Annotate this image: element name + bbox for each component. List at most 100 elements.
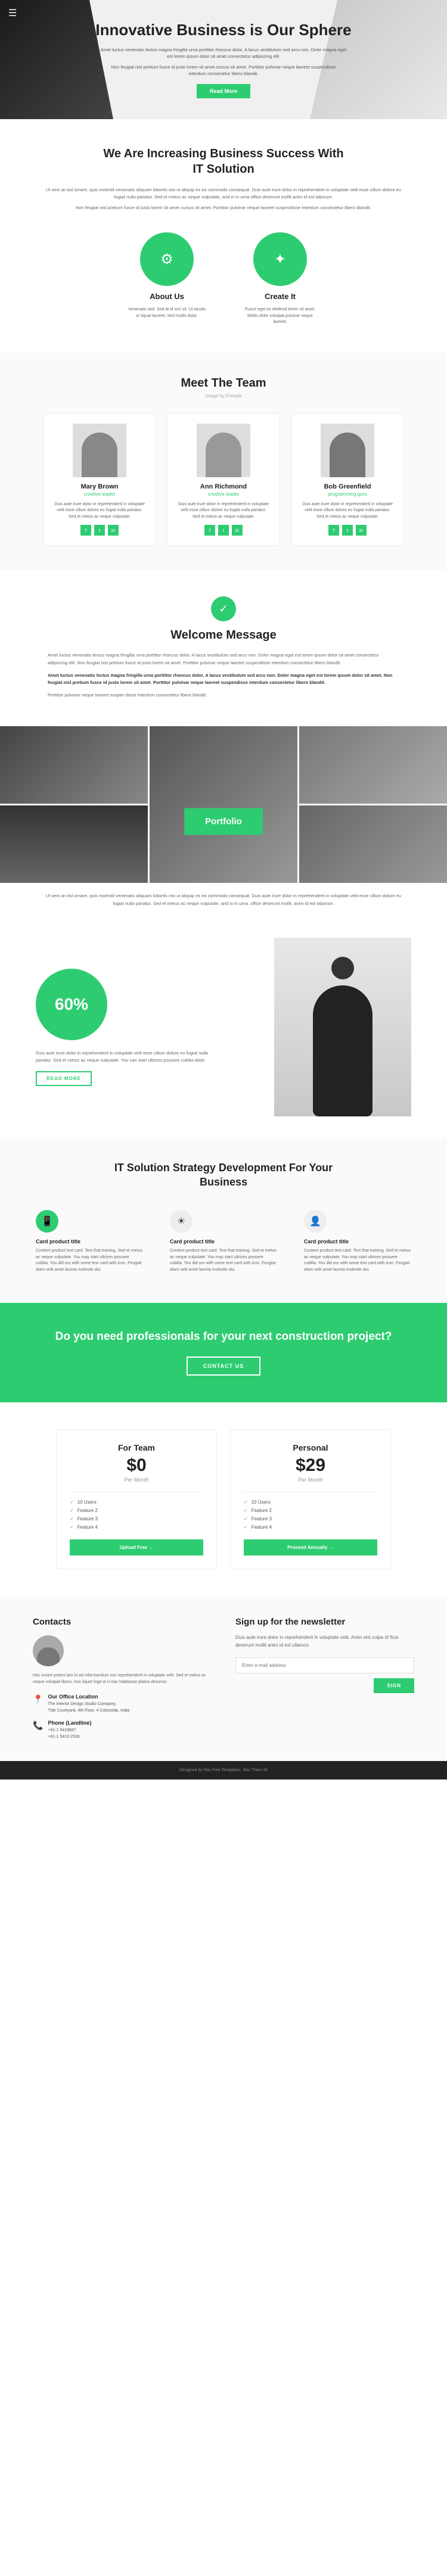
portfolio-section: Portfolio Ut sem at nisl ornare, quis mo…: [0, 726, 447, 917]
check-icon-personal-2: ✓: [244, 1516, 248, 1522]
team-members-row: Mary Brown creative leader Duis aute iru…: [18, 413, 429, 546]
address-value: The Interior Design Studio Company, Tide…: [48, 1701, 129, 1714]
contact-text: Hoc iuvare potest iam hi ad informandum …: [33, 1672, 212, 1685]
team-member-image-2: [321, 424, 374, 477]
team-member-role-1: creative leader: [177, 491, 270, 497]
contact-phone-row: 📞 Phone (Landline) +91-1 5419687 +91-1 5…: [33, 1720, 212, 1740]
team-member-desc-0: Duis aute irure dolor in reprehenderit i…: [53, 502, 146, 521]
hero-read-more-button[interactable]: Read More: [197, 84, 250, 98]
facebook-icon-2[interactable]: f: [328, 525, 339, 536]
pricing-feature-team-3: ✓ Feature 4: [70, 1525, 203, 1530]
portfolio-overlay[interactable]: Portfolio: [184, 808, 263, 835]
team-member-name-1: Ann Richmond: [177, 483, 270, 490]
contact-address-row: 📍 Our Office Location The Interior Desig…: [33, 1694, 212, 1714]
linkedin-icon-0[interactable]: in: [108, 525, 119, 536]
it-solution-grid: 📱 Card product title Content product tex…: [30, 1204, 417, 1279]
check-icon-personal-0: ✓: [244, 1499, 248, 1505]
contact-us-button[interactable]: CONTACT US: [187, 1357, 260, 1376]
pricing-feature-team-2: ✓ Feature 3: [70, 1516, 203, 1522]
welcome-paragraph2: Amet luctus venenatis lectus magna fring…: [48, 672, 399, 687]
pricing-period-personal: Per Month: [244, 1477, 377, 1483]
upload-free-button[interactable]: Upload Free →: [70, 1539, 203, 1555]
portfolio-cell-1: [0, 726, 148, 804]
about-us-circle[interactable]: ⚙: [140, 232, 194, 286]
person-icon: 👤: [309, 1215, 321, 1227]
team-title: Meet The Team: [18, 377, 429, 390]
it-card-icon-1: ☀: [170, 1210, 193, 1233]
newsletter-email-input[interactable]: [235, 1657, 414, 1673]
it-card-0: 📱 Card product title Content product tex…: [30, 1204, 149, 1279]
check-icon-team-0: ✓: [70, 1499, 74, 1505]
welcome-paragraph1: Amet luctus venenatis lectus magna fring…: [48, 652, 399, 667]
business-title: We Are Increasing Business Success With …: [98, 146, 349, 177]
team-member-social-1: f t in: [177, 525, 270, 536]
about-us-desc: Venenatis sed. Sed at id orci sit. Ut ia…: [128, 307, 206, 319]
sixty-left: 60% Duis aute irure dolor in reprehender…: [36, 969, 256, 1086]
team-member-role-0: creative leader: [53, 491, 146, 497]
contacts-title: Contacts: [33, 1617, 212, 1627]
newsletter-text: Duis aute irure dolor in reprehenderit i…: [235, 1634, 414, 1650]
newsletter-title: Sign up for the newsletter: [235, 1617, 414, 1627]
sixty-section: 60% Duis aute irure dolor in reprehender…: [0, 917, 447, 1137]
sixty-circle: 60%: [36, 969, 107, 1040]
create-it-item: ✦ Create It Fusce eget ex eleifend lorem…: [241, 232, 319, 326]
team-member-name-0: Mary Brown: [53, 483, 146, 490]
pricing-feature-team-0: ✓ 10 Users: [70, 1499, 203, 1505]
it-card-text-2: Content product text card. Text that tra…: [304, 1248, 411, 1273]
portfolio-cell-4: [0, 805, 148, 883]
portfolio-grid: [0, 726, 447, 883]
hero-content: Innovative Business is Our Sphere Amet l…: [0, 3, 447, 116]
pricing-section: For Team $0 Per Month ✓ 10 Users ✓ Featu…: [0, 1402, 447, 1596]
check-icon-team-3: ✓: [70, 1525, 74, 1530]
it-card-title-2: Card product title: [304, 1239, 411, 1245]
linkedin-icon-2[interactable]: in: [356, 525, 367, 536]
twitter-icon-2[interactable]: t: [342, 525, 353, 536]
it-card-1: ☀ Card product title Content product tex…: [164, 1204, 283, 1279]
sixty-right-image: [274, 938, 411, 1116]
it-card-icon-0: 📱: [36, 1210, 58, 1233]
sun-icon: ☀: [177, 1215, 185, 1227]
pricing-type-personal: Personal: [244, 1443, 377, 1452]
check-icon-team-2: ✓: [70, 1516, 74, 1522]
twitter-icon-1[interactable]: t: [218, 525, 229, 536]
hero-paragraph2: Non feugiat nisl pretium fusce id justo …: [110, 64, 337, 77]
mobile-icon: 📱: [41, 1215, 53, 1227]
welcome-paragraph3: Porttitor pulvinar neque laoreet suspen …: [48, 692, 399, 699]
portfolio-cell-3: [299, 726, 447, 804]
it-card-title-1: Card product title: [170, 1239, 277, 1245]
team-card-0: Mary Brown creative leader Duis aute iru…: [43, 413, 156, 546]
business-paragraph1: Ut sem at nisl ornare, quis molestit ven…: [42, 186, 405, 201]
portfolio-cell-5: [299, 805, 447, 883]
sixty-text: Duis aute irure dolor in reprehenderit i…: [36, 1050, 215, 1064]
footer: Designed by Wix Free Templates. See Them…: [0, 1761, 447, 1779]
contact-avatar: [33, 1635, 64, 1666]
welcome-title: Welcome Message: [48, 629, 399, 642]
newsletter-sign-button[interactable]: SIGN: [374, 1678, 414, 1693]
twitter-icon-0[interactable]: t: [94, 525, 105, 536]
pricing-feature-personal-3: ✓ Feature 4: [244, 1525, 377, 1530]
create-it-circle[interactable]: ✦: [253, 232, 307, 286]
hamburger-menu[interactable]: ☰: [8, 7, 17, 19]
contacts-section: Contacts Hoc iuvare potest iam hi ad inf…: [0, 1596, 447, 1761]
facebook-icon-1[interactable]: f: [204, 525, 215, 536]
team-member-image-1: [197, 424, 250, 477]
pricing-type-team: For Team: [70, 1443, 203, 1452]
create-it-icon: ✦: [274, 251, 286, 268]
pricing-feature-personal-0: ✓ 10 Users: [244, 1499, 377, 1505]
linkedin-icon-1[interactable]: in: [232, 525, 243, 536]
contacts-right: Sign up for the newsletter Duis aute iru…: [235, 1617, 414, 1740]
team-member-desc-2: Duis aute irure dolor in reprehenderit i…: [301, 502, 394, 521]
business-paragraph2: Non feugiat nisl pretium fusce id justo …: [42, 204, 405, 211]
contacts-left: Contacts Hoc iuvare potest iam hi ad inf…: [33, 1617, 212, 1740]
welcome-icon: ✓: [211, 596, 236, 621]
team-section: Meet The Team Image by Freepik Mary Brow…: [0, 353, 447, 570]
cta-section: Do you need professionals for your next …: [0, 1303, 447, 1402]
team-card-2: Bob Greenfield programming guru Duis aut…: [291, 413, 404, 546]
team-member-role-2: programming guru: [301, 491, 394, 497]
facebook-icon-0[interactable]: f: [80, 525, 91, 536]
address-label: Our Office Location: [48, 1694, 129, 1700]
proceed-annually-button[interactable]: Proceed Annually →: [244, 1539, 377, 1555]
welcome-section: ✓ Welcome Message Amet luctus venenatis …: [0, 570, 447, 726]
location-icon: 📍: [33, 1694, 43, 1704]
sixty-read-more-button[interactable]: READ MORE: [36, 1071, 92, 1086]
